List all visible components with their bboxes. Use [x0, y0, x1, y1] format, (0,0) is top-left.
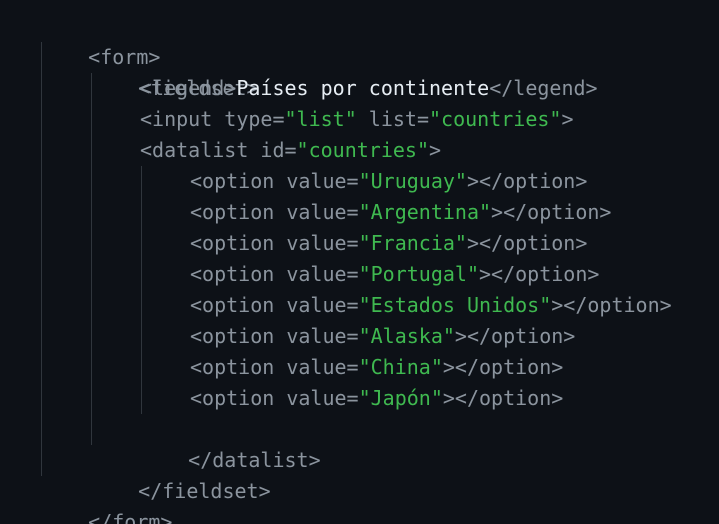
input-type-value: "list" — [284, 107, 357, 131]
indent-guide — [41, 42, 42, 476]
option-prefix: <option value= — [190, 355, 359, 379]
option-value: "Uruguay" — [358, 169, 467, 193]
option-value: "Portugal" — [358, 262, 479, 286]
input-list-value: "countries" — [429, 107, 562, 131]
input-tag-suffix: > — [561, 107, 574, 131]
indent-guide — [141, 166, 142, 414]
datalist-id-value: "countries" — [296, 138, 429, 162]
input-list-attr: list= — [356, 107, 429, 131]
option-suffix: ></option> — [551, 293, 672, 317]
option-suffix: ></option> — [442, 355, 564, 379]
option-prefix: <option value= — [190, 169, 359, 193]
option-line: <option value="China"></option> — [190, 352, 563, 383]
input-tag-prefix: <input type= — [140, 107, 285, 131]
option-value: "Alaska" — [358, 324, 455, 348]
option-prefix: <option value= — [190, 324, 359, 348]
datalist-tag-suffix: > — [429, 138, 442, 162]
legend-text: Países por continente — [236, 76, 490, 100]
option-suffix: ></option> — [479, 262, 600, 286]
option-suffix: ></option> — [466, 169, 588, 193]
option-line: <option value="Japón"></option> — [190, 383, 563, 414]
option-prefix: <option value= — [190, 231, 359, 255]
option-value: "Francia" — [358, 231, 467, 255]
option-line: <option value="Portugal"></option> — [190, 259, 599, 290]
code-line: </form> — [40, 476, 172, 524]
datalist-tag-prefix: <datalist id= — [140, 138, 297, 162]
code-line: <input type="list" list="countries"> — [140, 104, 574, 135]
option-value: "Japón" — [358, 386, 443, 410]
option-value: "Estados Unidos" — [358, 293, 552, 317]
legend-close-tag: </legend> — [489, 76, 598, 100]
code-line: <fieldset> — [90, 42, 258, 100]
option-prefix: <option value= — [190, 386, 359, 410]
option-suffix: ></option> — [491, 200, 612, 224]
option-prefix: <option value= — [190, 200, 359, 224]
option-line: <option value="Alaska"></option> — [190, 321, 575, 352]
option-line: <option value="Francia"></option> — [190, 228, 587, 259]
code-line: </datalist> — [140, 414, 320, 472]
form-close-tag: </form> — [88, 510, 173, 524]
option-line: <option value="Estados Unidos"></option> — [190, 290, 672, 321]
option-suffix: ></option> — [442, 386, 564, 410]
code-editor[interactable]: <form> <fieldset> <legend>Países por con… — [0, 0, 719, 524]
option-prefix: <option value= — [190, 262, 359, 286]
code-line: <legend>Países por continente</legend> — [140, 73, 598, 104]
option-suffix: ></option> — [454, 324, 576, 348]
code-line: </fieldset> — [90, 445, 270, 503]
option-prefix: <option value= — [190, 293, 359, 317]
code-line: <datalist id="countries"> — [140, 135, 441, 166]
option-line: <option value="Argentina"></option> — [190, 197, 611, 228]
legend-open-tag: <legend> — [140, 76, 237, 100]
option-line: <option value="Uruguay"></option> — [190, 166, 587, 197]
option-value: "Argentina" — [358, 200, 492, 224]
code-line: <form> — [40, 11, 160, 69]
option-suffix: ></option> — [466, 231, 588, 255]
option-value: "China" — [358, 355, 443, 379]
